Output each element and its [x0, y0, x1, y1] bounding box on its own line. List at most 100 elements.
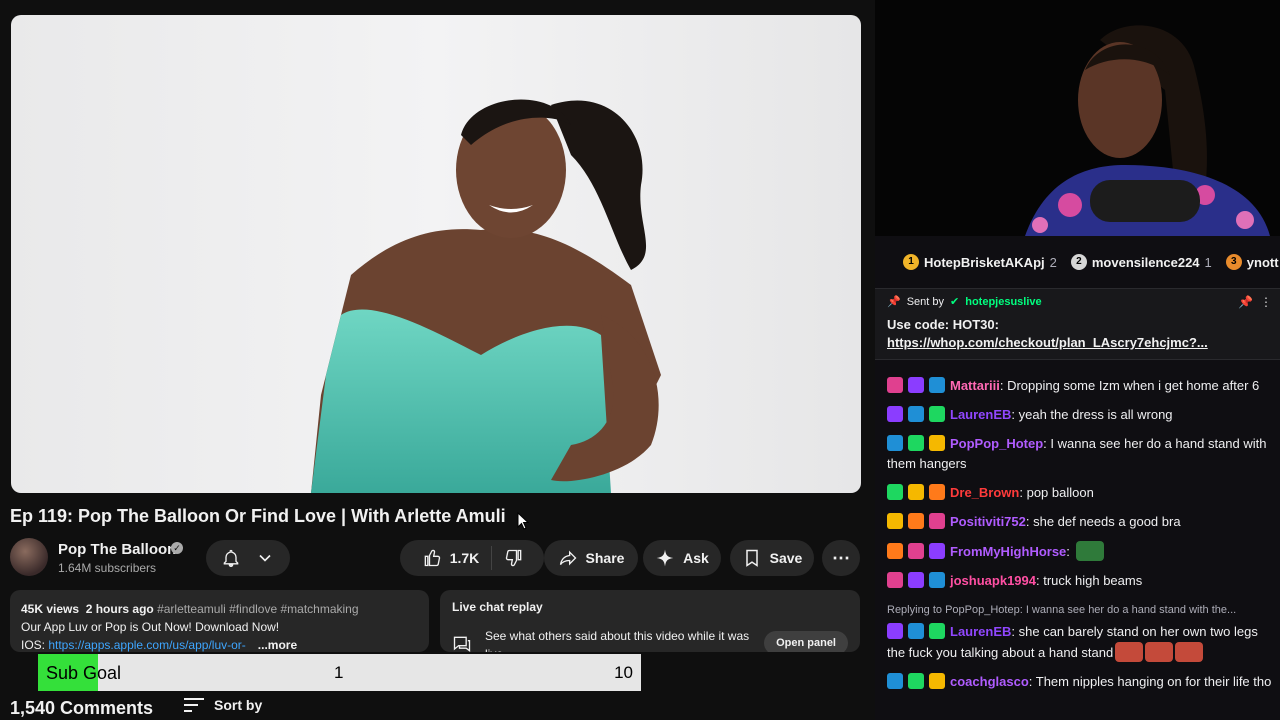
chat-username[interactable]: Positiviti752 — [950, 514, 1026, 529]
upload-age: 2 hours ago — [85, 602, 154, 616]
pinned-line: Use code: HOT30: — [887, 317, 999, 332]
sort-by-label: Sort by — [214, 697, 263, 713]
pin-icon: 📌 — [887, 296, 901, 308]
mouse-cursor-icon — [517, 512, 529, 530]
sparkle-icon — [656, 549, 674, 567]
leaderboard-user: ynott — [1246, 254, 1279, 270]
chat-username[interactable]: LaurenEB — [950, 624, 1011, 639]
pinned-message: 📌 Sent by ✔ hotepjesuslive 📌 ⋮ Use code:… — [875, 288, 1280, 360]
pinned-user[interactable]: hotepjesuslive — [965, 296, 1041, 308]
subscribed-notifications-button[interactable] — [206, 540, 290, 576]
description-box[interactable]: 45K views 2 hours ago #arletteamuli #fin… — [10, 590, 429, 652]
chat-badge-icon — [887, 572, 903, 588]
ask-button[interactable]: Ask — [643, 540, 721, 576]
chat-badge-icon — [908, 435, 924, 451]
chat-username[interactable]: joshuapk1994 — [950, 573, 1036, 588]
description-meta: 45K views 2 hours ago #arletteamuli #fin… — [21, 600, 418, 618]
dislike-button[interactable] — [492, 548, 536, 568]
chevron-down-icon — [259, 554, 271, 562]
chat-text: : truck high beams — [1036, 573, 1143, 588]
bookmark-icon — [745, 549, 758, 567]
leaderboard-entry[interactable]: 1 HotepBrisketAKApj 2 — [903, 250, 1057, 274]
chat-badge-icon — [887, 435, 903, 451]
leaderboard-user: movensilence224 — [1091, 254, 1200, 270]
video-player[interactable] — [11, 15, 861, 493]
chat-message: Positiviti752: she def needs a good bra — [887, 512, 1277, 532]
chat-username[interactable]: PopPop_Hotep — [950, 436, 1043, 451]
chat-badge-icon — [929, 484, 945, 500]
rank-badge: 2 — [1070, 254, 1087, 270]
chat-text: : Dropping some Izm when i get home afte… — [999, 378, 1260, 393]
chat-badge-icon — [908, 377, 924, 393]
chat-badge-icon — [908, 543, 924, 559]
video-title: Ep 119: Pop The Balloon Or Find Love | W… — [10, 506, 506, 526]
sort-by-button[interactable]: Sort by — [184, 697, 262, 713]
chat-message: Dre_Brown: pop balloon — [887, 483, 1277, 503]
sub-goal-label: Sub Goal — [46, 663, 122, 683]
sort-lines-icon — [184, 698, 204, 712]
bell-icon — [223, 549, 239, 568]
chat-badge-icon — [887, 673, 903, 689]
streamer-image — [875, 0, 1280, 236]
chat-message: LaurenEB: yeah the dress is all wrong — [887, 405, 1277, 425]
chat-badge-icon — [929, 543, 945, 559]
chat-username[interactable]: Dre_Brown — [950, 485, 1019, 500]
save-button[interactable]: Save — [730, 540, 814, 576]
rank-badge: 3 — [1225, 254, 1242, 270]
chat-username[interactable]: FromMyHighHorse — [950, 544, 1066, 559]
share-label: Share — [585, 550, 625, 566]
pinned-menu-icon[interactable]: ⋮ — [1260, 295, 1272, 309]
ios-app-link[interactable]: https://apps.apple.com/us/app/luv-or- — [48, 638, 245, 652]
chat-badge-icon — [929, 513, 945, 529]
chat-badge-icon — [887, 513, 903, 529]
youtube-watch-page: Ep 119: Pop The Balloon Or Find Love | W… — [0, 0, 875, 720]
reply-context[interactable]: Replying to PopPop_Hotep: I wanna see he… — [887, 600, 1277, 620]
chat-text: : Them nipples hanging on for their life… — [1028, 674, 1272, 689]
chat-badge-icon — [929, 673, 945, 689]
chat-username[interactable]: Mattariii — [950, 378, 1000, 393]
view-count: 45K views — [21, 602, 80, 616]
sub-goal-target: 10 — [614, 663, 633, 682]
leaderboard-entry[interactable]: 2 movensilence224 1 — [1070, 250, 1212, 274]
chat-message: FromMyHighHorse: — [887, 541, 1277, 562]
like-count: 1.7K — [449, 550, 480, 566]
pinned-body: Use code: HOT30: https://whop.com/checko… — [887, 316, 1268, 352]
pinned-link[interactable]: https://whop.com/checkout/plan_LAscry7eh… — [887, 334, 1268, 352]
ask-label: Ask — [683, 550, 709, 566]
channel-avatar[interactable] — [10, 538, 48, 576]
ios-label: IOS: — [21, 638, 49, 652]
thumbs-up-icon — [424, 549, 440, 567]
pinned-tools: 📌 ⋮ — [1238, 295, 1272, 309]
chat-badge-icon — [908, 572, 924, 588]
subscriber-count: 1.64M subscribers — [58, 561, 157, 575]
more-actions-button[interactable]: ⋯ — [822, 540, 860, 576]
open-panel-button[interactable]: Open panel — [764, 631, 848, 652]
unpin-icon[interactable]: 📌 — [1238, 295, 1253, 309]
chat-message: Replying to PopPop_Hotep: I wanna see he… — [887, 600, 1277, 663]
chat-username[interactable]: LaurenEB — [950, 407, 1011, 422]
leaderboard-count: 1 — [1204, 254, 1212, 270]
screen: Ep 119: Pop The Balloon Or Find Love | W… — [0, 0, 1280, 720]
hashtags[interactable]: #arletteamuli #findlove #matchmaking — [157, 602, 358, 616]
leaderboard-entry[interactable]: 3 ynott — [1225, 250, 1280, 274]
share-button[interactable]: Share — [544, 540, 638, 576]
channel-row: Pop The Balloon ✓ 1.64M subscribers 1.7K… — [10, 538, 860, 580]
chat-badge-icon — [887, 484, 903, 500]
channel-name[interactable]: Pop The Balloon — [58, 541, 176, 558]
save-label: Save — [769, 550, 803, 566]
chat-username[interactable]: coachglasco — [950, 674, 1029, 689]
show-more-button[interactable]: ...more — [258, 638, 297, 652]
chat-badge-icon — [887, 543, 903, 559]
like-button[interactable]: 1.7K — [408, 546, 493, 570]
chat-badge-icon — [887, 623, 903, 639]
chat-message: coachglasco: Them nipples hanging on for… — [887, 672, 1277, 692]
chat-message-list: Mattariii: Dropping some Izm when i get … — [887, 376, 1277, 701]
chat-badge-icon — [908, 673, 924, 689]
live-chat-replay-text: See what others said about this video wh… — [485, 629, 750, 652]
chat-text: : — [1066, 544, 1074, 559]
live-chat-replay-title: Live chat replay — [452, 600, 543, 614]
chat-badge-icon — [929, 623, 945, 639]
chat-leaderboard: 1 HotepBrisketAKApj 2 2 movensilence224 1 3 yno… — [875, 250, 1280, 274]
comments-count: 1,540 Comments — [10, 698, 154, 718]
chat-badge-icon — [908, 406, 924, 422]
